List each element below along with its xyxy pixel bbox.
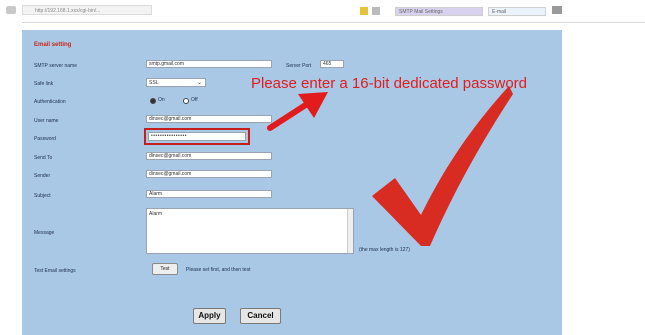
checkmark-icon (372, 86, 513, 246)
annotation-overlay (267, 86, 513, 246)
pointer-arrow-icon (267, 92, 328, 131)
